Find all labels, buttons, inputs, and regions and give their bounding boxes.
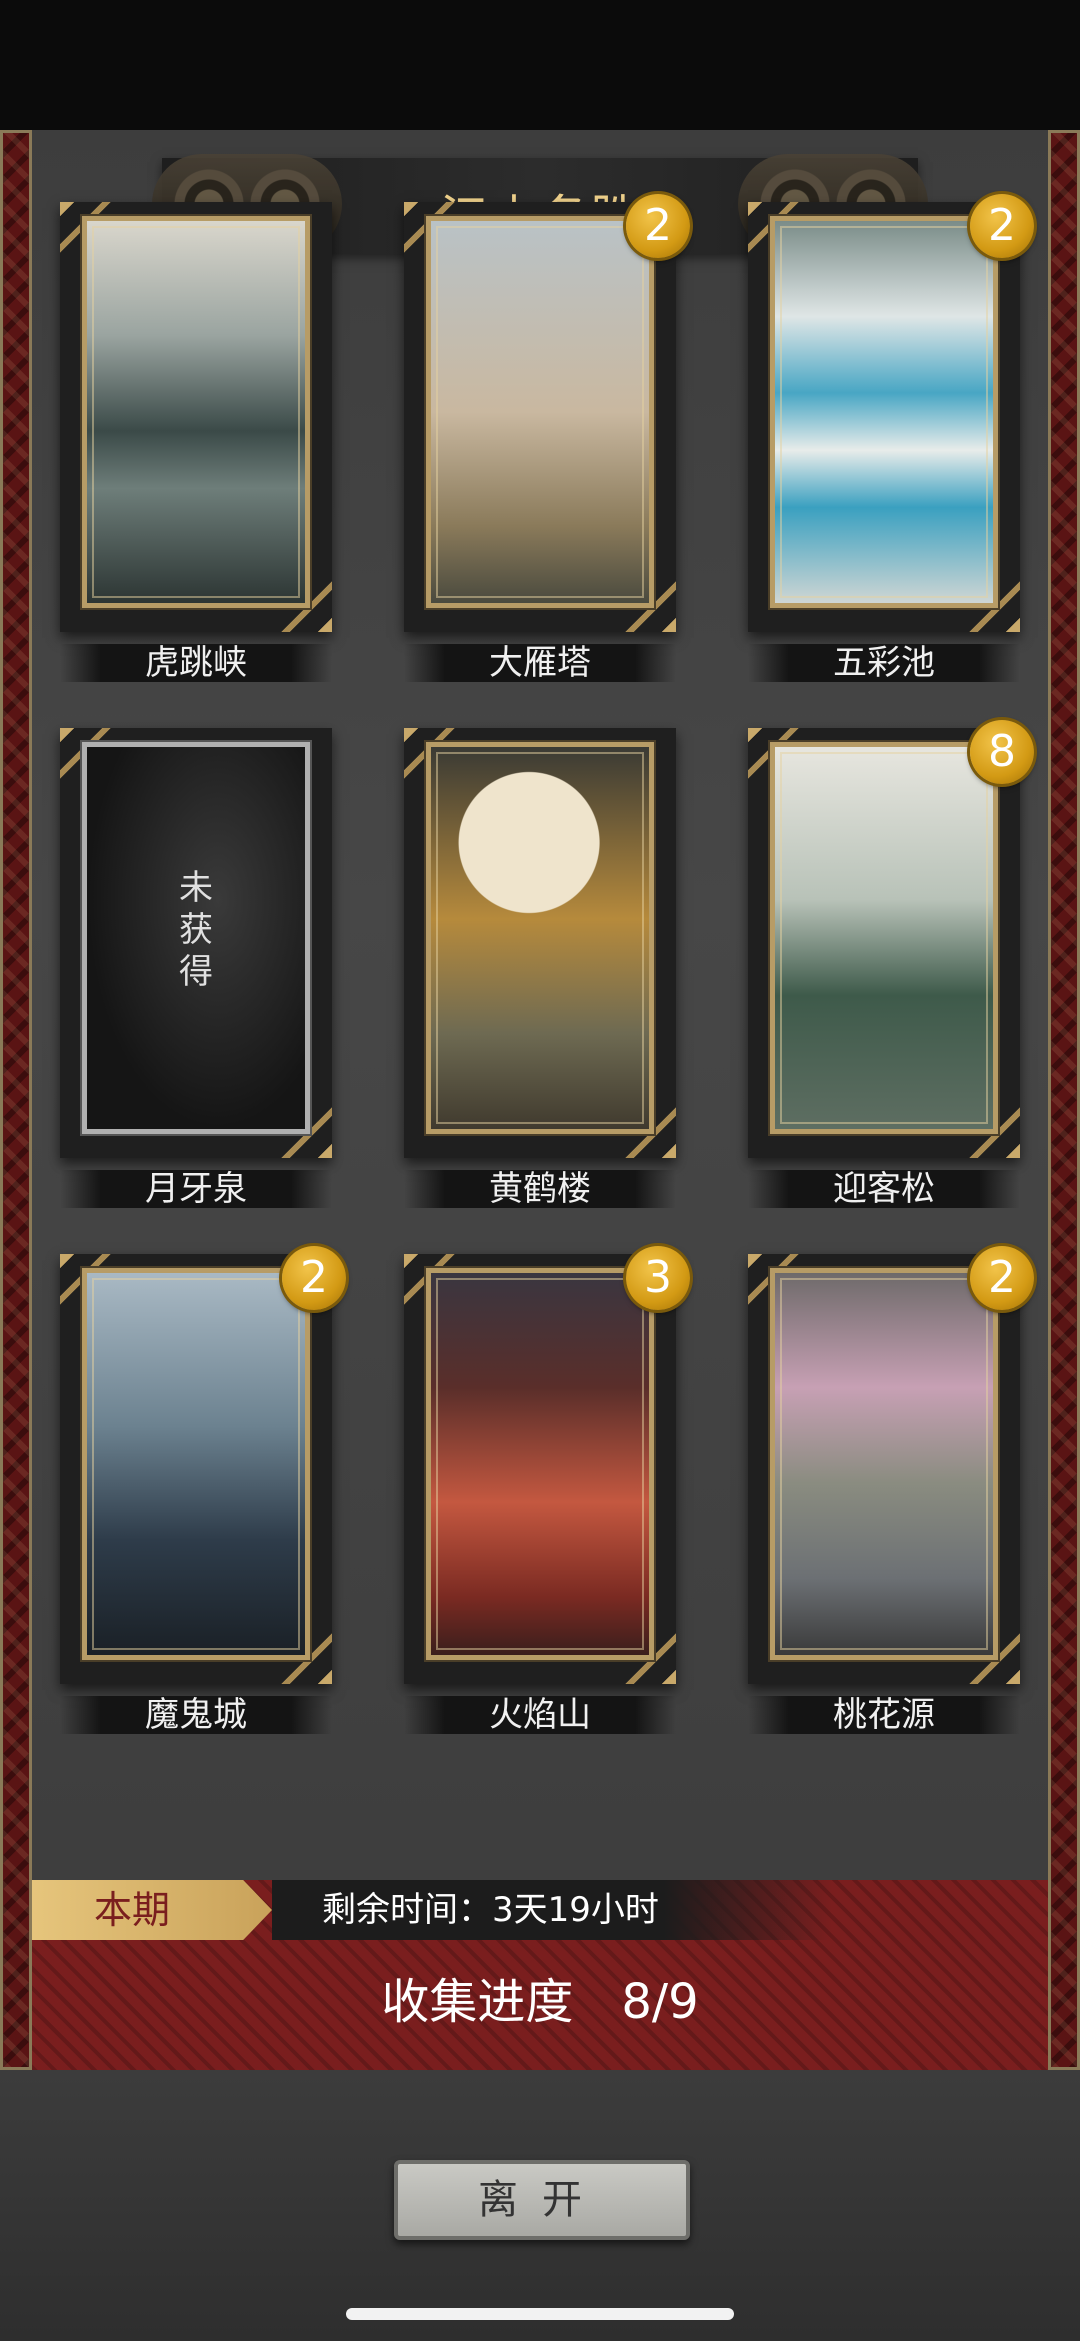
card-dayan[interactable]: 2 大雁塔 [404,194,690,682]
right-ornament-border [1048,130,1080,2070]
card-label: 月牙泉 [60,1170,332,1208]
card-frame [748,1254,1020,1684]
card-mogui[interactable]: 2 魔鬼城 [60,1246,346,1734]
home-indicator [346,2308,734,2320]
card-label: 火焰山 [404,1696,676,1734]
card-huoyan[interactable]: 3 火焰山 [404,1246,690,1734]
count-badge: 2 [970,194,1034,258]
leave-button[interactable]: 离开 [394,2160,690,2240]
card-artwork [80,214,312,610]
card-wucai[interactable]: 2 五彩池 [748,194,1034,682]
card-huanghe[interactable]: 黄鹤楼 [404,728,676,1208]
status-bar-area [0,0,1080,130]
card-artwork [424,740,656,1136]
card-frame [60,202,332,632]
card-artwork [424,1266,656,1662]
card-frame [60,1254,332,1684]
card-taohua[interactable]: 2 桃花源 [748,1246,1034,1734]
card-artwork-locked: 未获得 [80,740,312,1136]
collection-panel: 江山名胜 虎跳峡 2 大雁塔 2 五彩池 未获得 月牙泉 [32,130,1048,2070]
count-badge: 2 [970,1246,1034,1310]
card-frame [404,728,676,1158]
card-artwork [424,214,656,610]
card-label: 桃花源 [748,1696,1020,1734]
left-ornament-border [0,130,32,2070]
count-badge: 2 [626,194,690,258]
card-label: 虎跳峡 [60,644,332,682]
card-frame [404,202,676,632]
card-artwork [768,214,1000,610]
card-label: 黄鹤楼 [404,1170,676,1208]
progress-panel: 本期 剩余时间：3天19小时 收集进度 8/9 [32,1880,1048,2070]
card-label: 魔鬼城 [60,1696,332,1734]
card-artwork [80,1266,312,1662]
locked-label: 未获得 [179,868,213,992]
card-frame [748,202,1020,632]
card-hutiao[interactable]: 虎跳峡 [60,202,332,682]
count-badge: 2 [282,1246,346,1310]
card-artwork [768,740,1000,1136]
period-tag: 本期 [32,1880,272,1940]
remaining-time: 剩余时间：3天19小时 [272,1880,832,1940]
card-artwork [768,1266,1000,1662]
card-frame [404,1254,676,1684]
collection-progress: 收集进度 8/9 [381,1974,699,2030]
card-frame: 未获得 [60,728,332,1158]
card-label: 大雁塔 [404,644,676,682]
card-yingke[interactable]: 8 迎客松 [748,720,1034,1208]
count-badge: 8 [970,720,1034,784]
count-badge: 3 [626,1246,690,1310]
card-frame [748,728,1020,1158]
card-label: 迎客松 [748,1170,1020,1208]
card-yueya-locked[interactable]: 未获得 月牙泉 [60,728,332,1208]
card-label: 五彩池 [748,644,1020,682]
